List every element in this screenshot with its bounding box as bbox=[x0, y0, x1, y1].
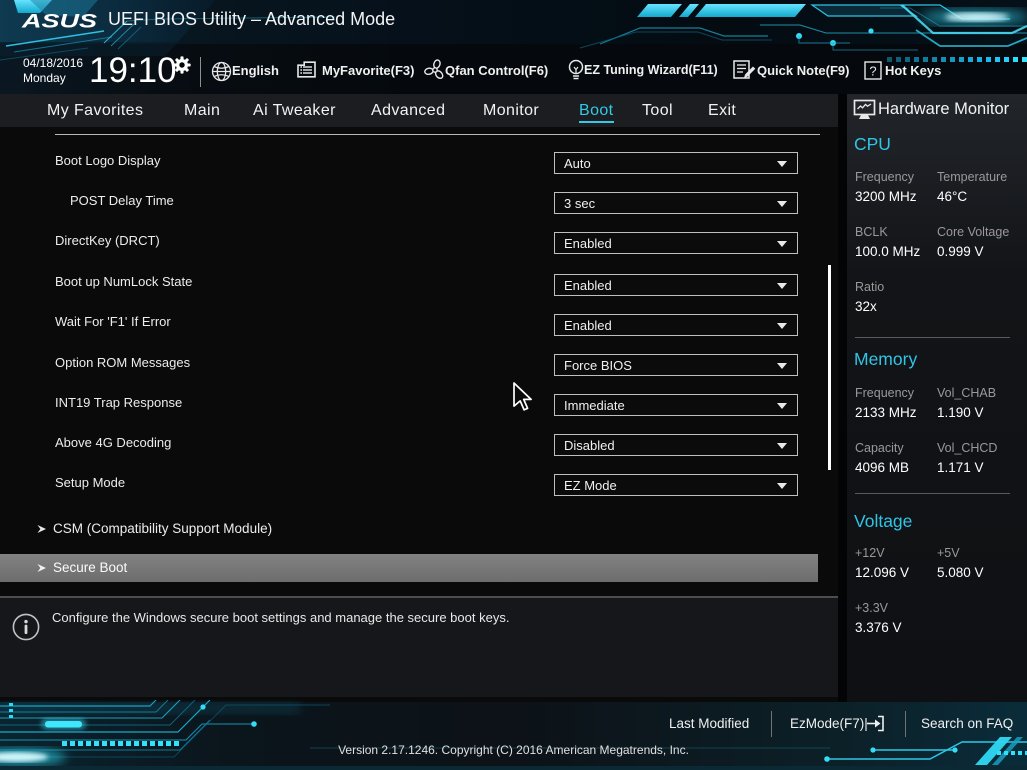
svg-text:?: ? bbox=[869, 64, 876, 79]
